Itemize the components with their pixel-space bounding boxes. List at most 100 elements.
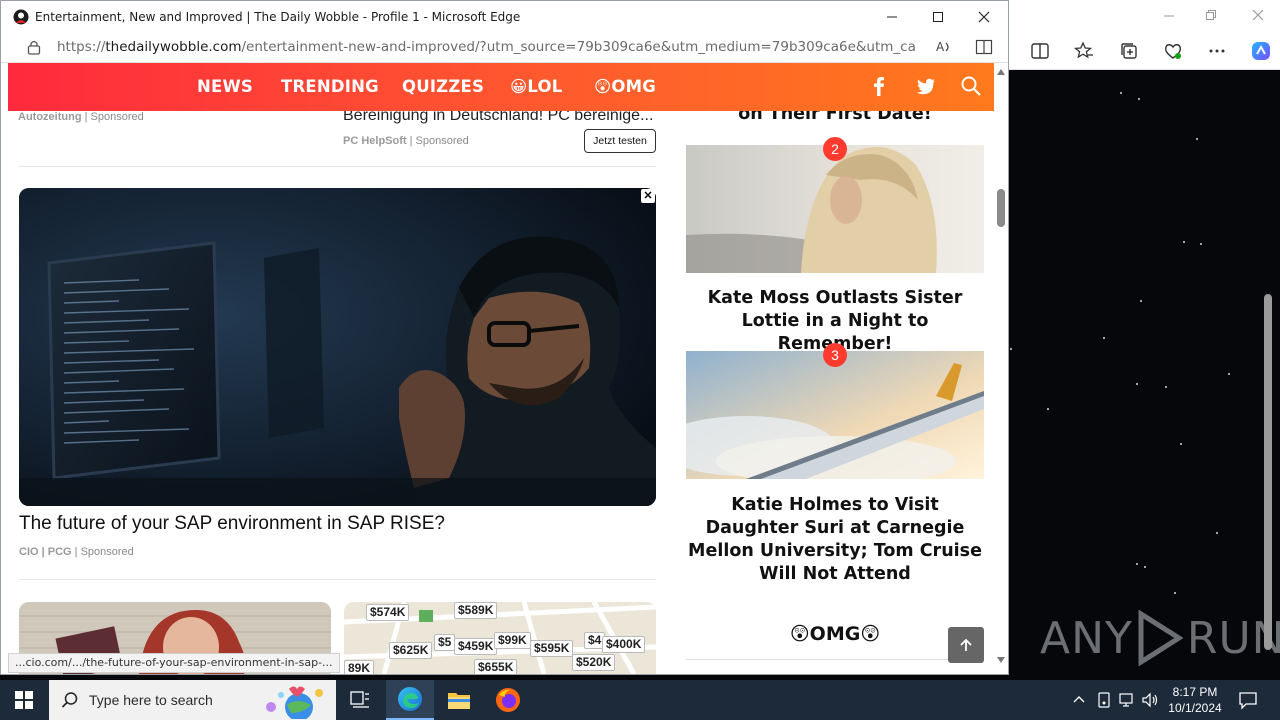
- minimize-button[interactable]: [869, 1, 915, 32]
- nav-omg[interactable]: 😲OMG: [594, 77, 656, 96]
- search-highlight-icon: [266, 686, 323, 719]
- system-clock[interactable]: 8:17 PM 10/1/2024: [1160, 684, 1230, 716]
- url-field[interactable]: https://thedailywobble.com/entertainment…: [57, 39, 917, 55]
- rank-badge: 2: [823, 137, 847, 161]
- url-domain: thedailywobble.com: [105, 39, 242, 55]
- more-options-icon[interactable]: [1207, 41, 1227, 61]
- collections-icon[interactable]: [1119, 41, 1139, 61]
- anyrun-watermark: ANY RUN: [1040, 610, 1280, 666]
- map-price-tag: 89K: [344, 660, 375, 674]
- taskbar: Type here to search 8:17 PM 10/1/2024: [0, 680, 1280, 720]
- minimize-icon: [887, 16, 897, 17]
- copilot-icon[interactable]: [1249, 39, 1273, 63]
- site-favicon-icon: [13, 9, 29, 24]
- divider: [686, 659, 984, 660]
- omg-section-heading: 😲OMG😲: [789, 623, 881, 645]
- folder-icon: [448, 693, 470, 709]
- play-logo-icon: [1138, 610, 1183, 666]
- scroll-up-icon[interactable]: [997, 69, 1005, 75]
- url-prefix: https://: [57, 39, 106, 55]
- restore-icon[interactable]: [1205, 9, 1217, 21]
- desktop-side-scrollbar[interactable]: [1262, 120, 1274, 676]
- windows-logo-icon: [15, 691, 33, 709]
- ad-image-price-map[interactable]: $574K $589K $5 $459K $99K $595K $4 $400K…: [344, 602, 656, 674]
- airplane-wing-photo: [686, 351, 984, 479]
- nav-trending[interactable]: TRENDING: [281, 77, 379, 96]
- sponsored-label: Sponsored: [80, 546, 134, 558]
- immersive-reader-icon[interactable]: [975, 38, 993, 56]
- edge-icon: [398, 687, 422, 711]
- link-status-tooltip: ...cio.com/.../the-future-of-your-sap-en…: [8, 653, 340, 673]
- close-button[interactable]: [961, 1, 1007, 32]
- rank-badge: 3: [823, 343, 847, 367]
- taskbar-edge[interactable]: [386, 680, 434, 720]
- search-icon[interactable]: [960, 75, 982, 97]
- ad-headline-sap[interactable]: The future of your SAP environment in SA…: [19, 513, 445, 535]
- title-bar: Entertainment, New and Improved | The Da…: [1, 1, 1008, 32]
- show-hidden-icons-icon[interactable]: [1070, 691, 1088, 709]
- map-price-tag: $574K: [366, 604, 410, 621]
- page-scrollbar-thumb[interactable]: [997, 189, 1005, 227]
- favorites-icon[interactable]: [1074, 41, 1094, 61]
- notifications-icon[interactable]: [1238, 690, 1258, 710]
- article-title-katie-holmes[interactable]: Katie Holmes to Visit Daughter Suri at C…: [686, 494, 984, 586]
- nav-lol[interactable]: 😀LOL: [510, 77, 562, 96]
- lock-icon[interactable]: [27, 39, 41, 55]
- close-icon[interactable]: [1252, 9, 1264, 21]
- scroll-down-icon[interactable]: [997, 657, 1005, 663]
- svg-text:A: A: [936, 40, 945, 54]
- clock-time: 8:17 PM: [1172, 685, 1218, 699]
- maximize-button[interactable]: [915, 1, 961, 32]
- edge-title-bar-right: [1009, 0, 1280, 31]
- twitter-icon[interactable]: [915, 75, 937, 97]
- edge-window: Entertainment, New and Improved | The Da…: [0, 0, 1009, 675]
- device-icon[interactable]: [1095, 691, 1113, 709]
- read-aloud-icon[interactable]: A: [935, 38, 953, 56]
- map-price-tag: $520K: [572, 654, 616, 671]
- page-viewport[interactable]: NEWS TRENDING QUIZZES 😀LOL 😲OMG Autozeit…: [8, 63, 994, 674]
- edge-toolbar-right: [1009, 31, 1280, 70]
- sponsored-label: Sponsored: [90, 111, 144, 123]
- divider: [19, 166, 656, 167]
- divider: [19, 579, 656, 580]
- maximize-icon: [933, 11, 943, 22]
- map-price-tag: $595K: [530, 640, 574, 657]
- taskbar-search[interactable]: Type here to search: [49, 680, 336, 720]
- page-scrollbar[interactable]: [994, 63, 1008, 674]
- ad-close-button[interactable]: ✕: [641, 189, 655, 203]
- nav-news[interactable]: NEWS: [197, 77, 253, 96]
- task-view-icon: [350, 691, 369, 708]
- scrollbar-thumb[interactable]: [1264, 294, 1272, 650]
- article-image-katie-holmes[interactable]: [686, 351, 984, 479]
- ad-source-autozeitung[interactable]: Autozeitung | Sponsored: [18, 111, 144, 123]
- ad-source-name: PC HelpSoft: [343, 135, 407, 147]
- start-button[interactable]: [0, 680, 48, 720]
- window-title: Entertainment, New and Improved | The Da…: [35, 9, 521, 24]
- ad-source-name: CIO | PCG: [19, 546, 72, 558]
- minimize-icon[interactable]: [1163, 10, 1175, 22]
- volume-icon[interactable]: [1141, 691, 1159, 709]
- nav-quizzes[interactable]: QUIZZES: [402, 77, 484, 96]
- taskbar-file-explorer[interactable]: [435, 680, 483, 720]
- scroll-to-top-button[interactable]: [948, 627, 984, 663]
- task-view-button[interactable]: [336, 680, 384, 720]
- network-icon[interactable]: [1118, 691, 1136, 709]
- firefox-icon: [496, 688, 520, 712]
- map-price-tag: $400K: [602, 636, 646, 653]
- taskbar-firefox[interactable]: [484, 680, 532, 720]
- map-price-tag: $99K: [494, 632, 531, 649]
- site-navigation: NEWS TRENDING QUIZZES 😀LOL 😲OMG: [8, 63, 994, 111]
- article-image-kate-moss[interactable]: [686, 145, 984, 273]
- facebook-icon[interactable]: [868, 75, 890, 97]
- ad-source-name: Autozeitung: [18, 111, 82, 123]
- jetzt-testen-button[interactable]: Jetzt testen: [584, 129, 656, 153]
- ad-source-pchelpsoft[interactable]: PC HelpSoft | Sponsored: [343, 135, 469, 147]
- split-screen-icon[interactable]: [1030, 41, 1050, 61]
- address-bar[interactable]: https://thedailywobble.com/entertainment…: [1, 32, 1008, 63]
- sap-ad-image[interactable]: [19, 188, 656, 506]
- browser-essentials-icon[interactable]: [1163, 41, 1183, 61]
- ad-source-cio[interactable]: CIO | PCG | Sponsored: [19, 546, 134, 558]
- url-path: /entertainment-new-and-improved/?utm_sou…: [241, 39, 918, 55]
- arrow-up-icon: [960, 638, 972, 651]
- search-placeholder: Type here to search: [89, 692, 213, 708]
